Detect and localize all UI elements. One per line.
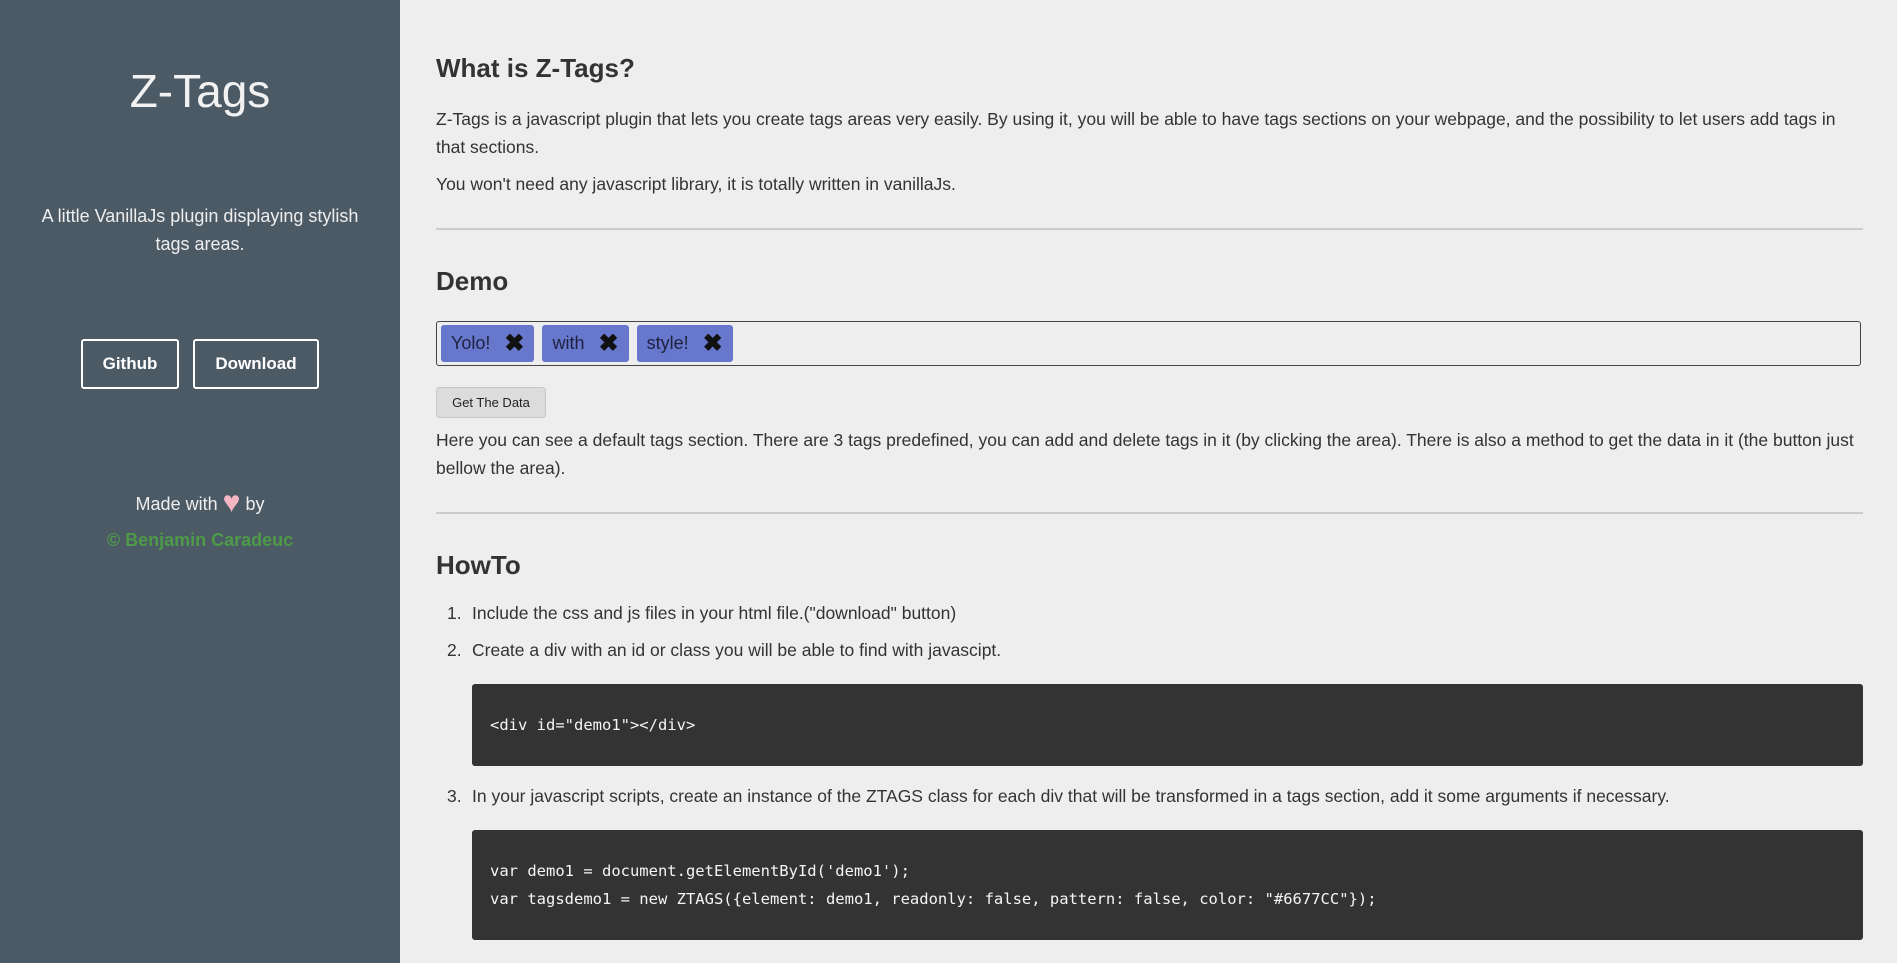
get-data-button[interactable]: Get The Data	[436, 387, 546, 418]
tag-label: with	[552, 333, 585, 353]
demo-heading: Demo	[436, 266, 509, 296]
step-text: Include the css and js files in your htm…	[472, 603, 957, 623]
made-with-suffix: by	[245, 494, 265, 514]
demo-description: Here you can see a default tags section.…	[436, 430, 1854, 478]
code-line: <div id="demo1"></div>	[490, 716, 696, 734]
tag-label: Yolo!	[451, 333, 491, 353]
site-description: A little VanillaJs plugin displaying sty…	[41, 206, 359, 254]
what-heading: What is Z-Tags?	[436, 53, 635, 83]
download-button[interactable]: Download	[193, 339, 319, 389]
tag[interactable]: Yolo! ✖	[441, 325, 535, 362]
tag[interactable]: with ✖	[542, 325, 629, 362]
tags-area[interactable]: Yolo! ✖ with ✖ style! ✖	[436, 321, 1861, 366]
tag[interactable]: style! ✖	[636, 325, 733, 362]
step-number: 1.	[447, 603, 462, 623]
close-icon[interactable]: ✖	[504, 331, 524, 356]
tag-label: style!	[646, 333, 689, 353]
made-with-line: Made with ♥ by	[0, 486, 400, 520]
what-paragraph-2: You won't need any javascript library, i…	[436, 174, 956, 194]
step-number: 3.	[447, 786, 462, 806]
code-line: var tagsdemo1 = new ZTAGS({element: demo…	[490, 890, 1377, 908]
section-divider	[436, 228, 1863, 230]
sidebar-buttons: Github Download	[0, 339, 400, 389]
code-block-div: <div id="demo1"></div>	[472, 684, 1863, 766]
close-icon[interactable]: ✖	[703, 331, 723, 356]
code-line: var demo1 = document.getElementById('dem…	[490, 862, 910, 880]
step-text: In your javascript scripts, create an in…	[472, 786, 1670, 806]
github-button[interactable]: Github	[81, 339, 179, 389]
heart-icon: ♥	[222, 486, 241, 519]
made-with-prefix: Made with	[135, 494, 218, 514]
author-link[interactable]: © Benjamin Caradeuc	[0, 530, 400, 551]
section-divider	[436, 512, 1863, 514]
what-paragraph-1: Z-Tags is a javascript plugin that lets …	[436, 109, 1836, 157]
site-title: Z-Tags	[129, 65, 271, 117]
step-number: 2.	[447, 640, 462, 660]
code-block-js: var demo1 = document.getElementById('dem…	[472, 830, 1863, 940]
step-text: Create a div with an id or class you wil…	[472, 640, 1002, 660]
sidebar: Z-Tags A little VanillaJs plugin display…	[0, 0, 400, 963]
howto-heading: HowTo	[436, 550, 521, 580]
close-icon[interactable]: ✖	[599, 331, 619, 356]
